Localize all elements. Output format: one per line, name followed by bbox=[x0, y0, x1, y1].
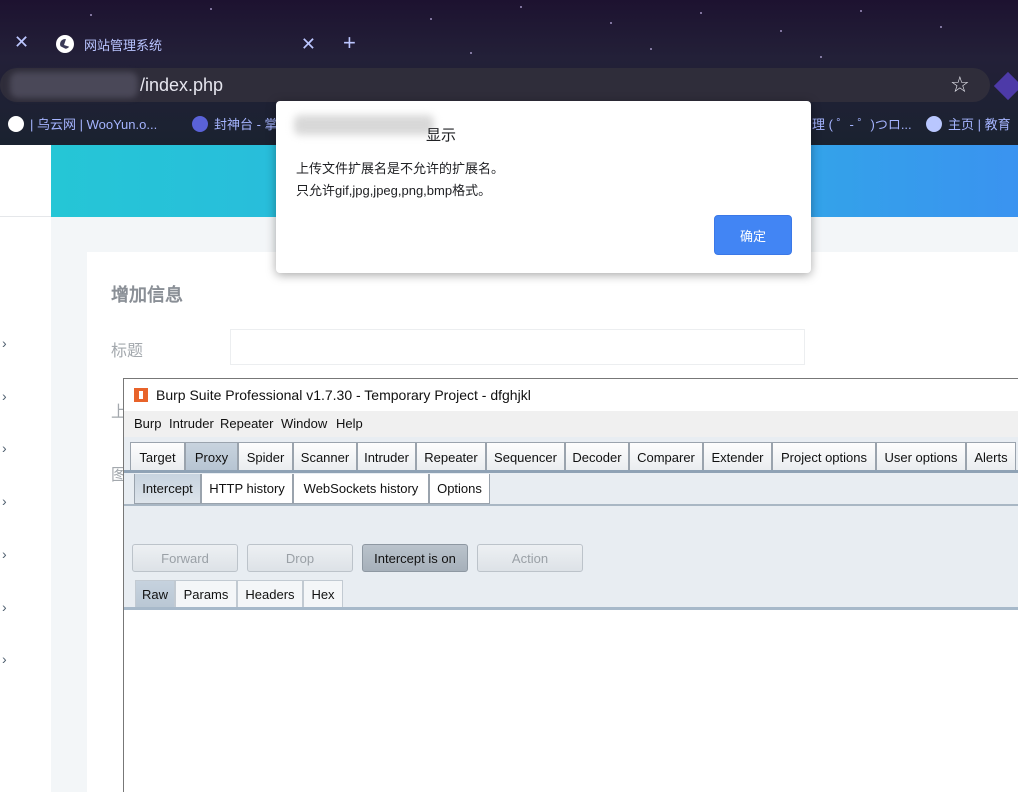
chevron-right-icon[interactable]: › bbox=[2, 440, 7, 456]
burp-menubar: Burp Intruder Repeater Window Help bbox=[124, 411, 1018, 437]
close-tab-icon[interactable]: ✕ bbox=[301, 34, 316, 55]
tab-hex[interactable]: Hex bbox=[303, 580, 343, 608]
tab-options[interactable]: Options bbox=[429, 474, 490, 504]
tab-user-options[interactable]: User options bbox=[876, 442, 966, 471]
tab-title: 网站管理系统 bbox=[84, 37, 163, 53]
chevron-right-icon[interactable]: › bbox=[2, 599, 7, 615]
tab-project-options[interactable]: Project options bbox=[772, 442, 876, 471]
alert-dialog: 显示 上传文件扩展名是不允许的扩展名。 只允许gif,jpg,jpeg,png,… bbox=[276, 101, 811, 273]
close-tab-icon[interactable]: ✕ bbox=[14, 33, 29, 51]
globe-icon bbox=[56, 35, 74, 53]
tab-websockets-history[interactable]: WebSockets history bbox=[293, 474, 429, 504]
address-bar[interactable]: /index.php ☆ bbox=[0, 68, 990, 102]
menu-burp[interactable]: Burp bbox=[134, 416, 161, 431]
burp-titlebar: Burp Suite Professional v1.7.30 - Tempor… bbox=[124, 379, 1018, 411]
browser-tab[interactable]: 网站管理系统 ✕ bbox=[44, 24, 328, 64]
bookmark-item[interactable]: 主页 | 教育 bbox=[926, 114, 1011, 133]
people-icon bbox=[926, 116, 942, 132]
burp-logo-icon bbox=[134, 388, 148, 402]
main-tab-divider bbox=[124, 470, 1018, 473]
tab-comparer[interactable]: Comparer bbox=[629, 442, 703, 471]
alert-message-line: 上传文件扩展名是不允许的扩展名。 bbox=[296, 161, 505, 176]
alert-title: 显示 bbox=[426, 127, 457, 144]
bookmark-item[interactable]: | 乌云网 | WooYun.o... bbox=[8, 114, 157, 133]
request-editor[interactable] bbox=[124, 610, 1018, 792]
burp-title: Burp Suite Professional v1.7.30 - Tempor… bbox=[156, 387, 531, 403]
menu-window[interactable]: Window bbox=[281, 416, 327, 431]
tab-spider[interactable]: Spider bbox=[238, 442, 293, 471]
bookmark-item[interactable]: 理 ( ゜- ゜)つロ... bbox=[812, 114, 912, 133]
burp-window: Burp Suite Professional v1.7.30 - Tempor… bbox=[123, 378, 1018, 792]
bookmark-item[interactable]: 封神台 - 掌... bbox=[192, 114, 288, 133]
action-button[interactable]: Action bbox=[477, 544, 583, 572]
chevron-right-icon[interactable]: › bbox=[2, 546, 7, 562]
shield-icon bbox=[192, 116, 208, 132]
tab-alerts[interactable]: Alerts bbox=[966, 442, 1016, 471]
tab-repeater[interactable]: Repeater bbox=[416, 442, 486, 471]
tab-extender[interactable]: Extender bbox=[703, 442, 772, 471]
tab-intercept[interactable]: Intercept bbox=[134, 474, 201, 504]
chevron-right-icon[interactable]: › bbox=[2, 388, 7, 404]
intercept-toggle-button[interactable]: Intercept is on bbox=[362, 544, 468, 572]
tab-params[interactable]: Params bbox=[175, 580, 237, 608]
chevron-right-icon[interactable]: › bbox=[2, 335, 7, 351]
burp-body: Target Proxy Spider Scanner Intruder Rep… bbox=[124, 437, 1018, 792]
menu-intruder[interactable]: Intruder bbox=[169, 416, 214, 431]
menu-repeater[interactable]: Repeater bbox=[220, 416, 273, 431]
tab-decoder[interactable]: Decoder bbox=[565, 442, 629, 471]
redacted-host bbox=[10, 72, 138, 98]
tab-headers[interactable]: Headers bbox=[237, 580, 303, 608]
forward-button[interactable]: Forward bbox=[132, 544, 238, 572]
tab-sequencer[interactable]: Sequencer bbox=[486, 442, 565, 471]
globe-icon bbox=[8, 116, 24, 132]
tab-http-history[interactable]: HTTP history bbox=[201, 474, 293, 504]
drop-button[interactable]: Drop bbox=[247, 544, 353, 572]
url-text: /index.php bbox=[140, 75, 224, 95]
section-title: 增加信息 bbox=[111, 285, 183, 305]
chevron-right-icon[interactable]: › bbox=[2, 493, 7, 509]
menu-help[interactable]: Help bbox=[336, 416, 363, 431]
bookmark-star-icon[interactable]: ☆ bbox=[950, 72, 970, 98]
tab-raw[interactable]: Raw bbox=[135, 580, 175, 608]
tab-scanner[interactable]: Scanner bbox=[293, 442, 357, 471]
title-label: 标题 bbox=[111, 343, 144, 360]
tab-target[interactable]: Target bbox=[130, 442, 185, 471]
title-input[interactable] bbox=[230, 329, 805, 365]
tab-intruder[interactable]: Intruder bbox=[357, 442, 416, 471]
redacted-origin bbox=[294, 115, 434, 135]
proxy-tab-divider bbox=[124, 504, 1018, 506]
page-sidebar: › › › › › › › bbox=[0, 145, 51, 792]
page-logo-area bbox=[0, 145, 51, 217]
alert-message-line: 只允许gif,jpg,jpeg,png,bmp格式。 bbox=[296, 183, 492, 198]
ok-button[interactable]: 确定 bbox=[714, 215, 792, 255]
chevron-right-icon[interactable]: › bbox=[2, 651, 7, 667]
new-tab-icon[interactable]: + bbox=[343, 30, 356, 56]
tab-proxy[interactable]: Proxy bbox=[185, 442, 238, 471]
